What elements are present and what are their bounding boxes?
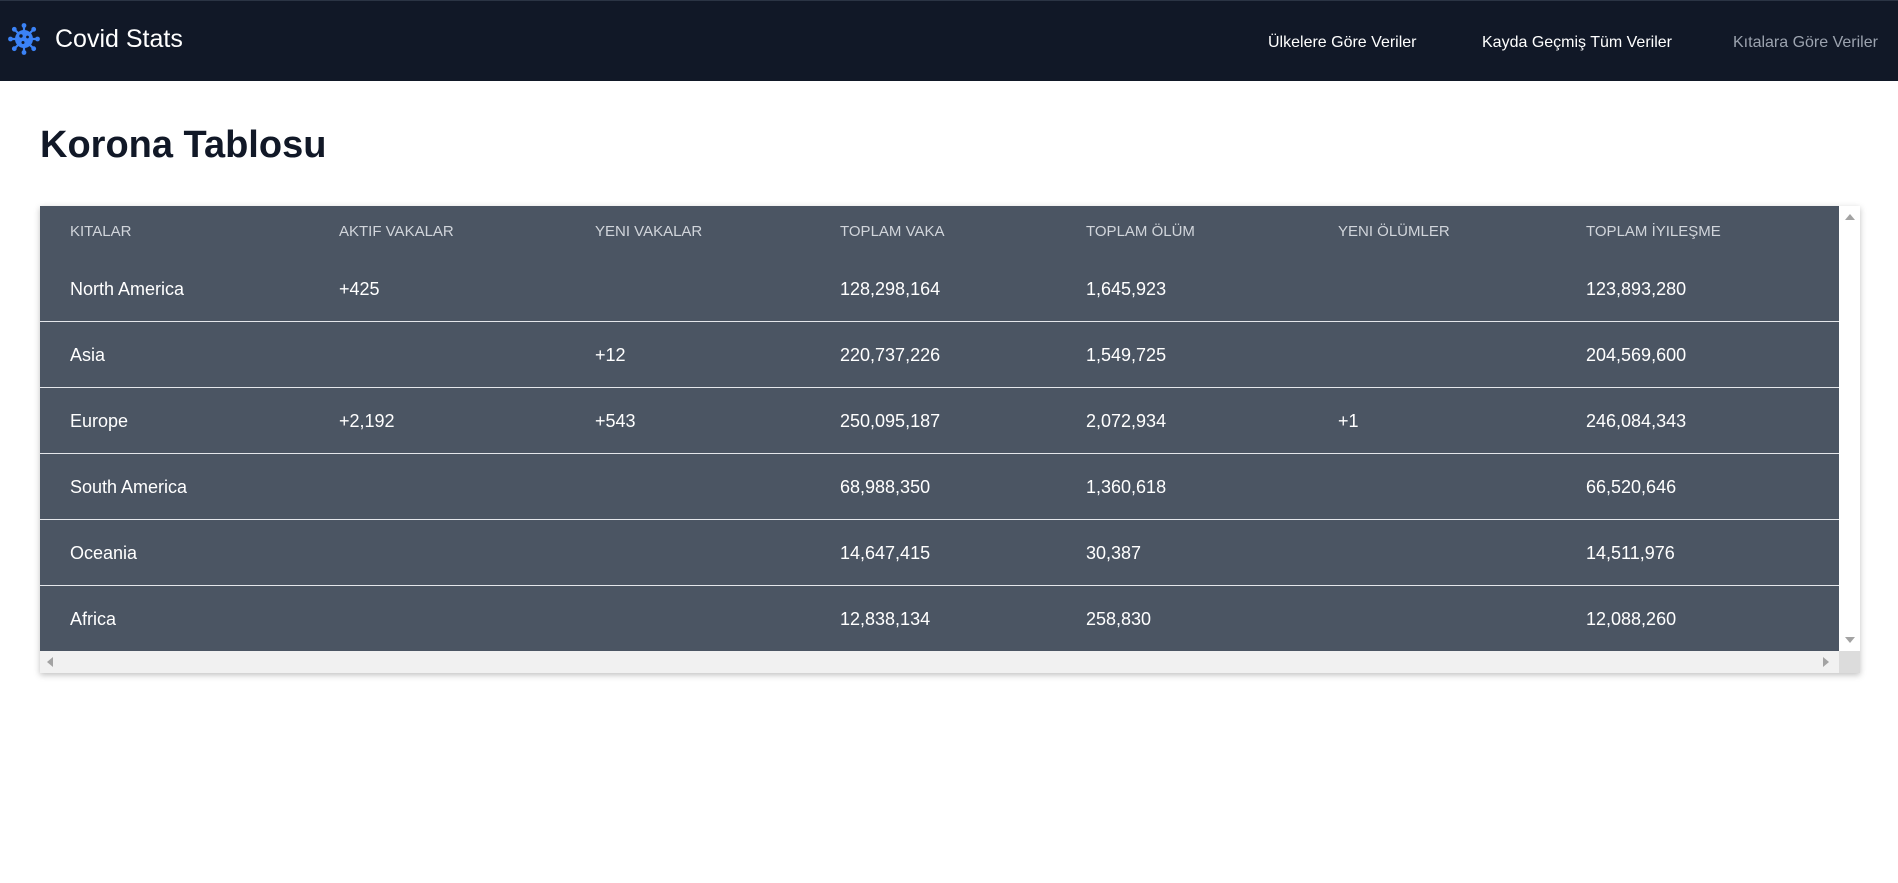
scroll-down-icon[interactable] (1845, 637, 1855, 643)
cell-total-deaths: 1,645,923 (1086, 279, 1167, 299)
table-row: Oceania 14,647,415 30,387 14,511,976 (40, 520, 1839, 586)
column-header-total-recovered: TOPLAM İYILEŞME (1586, 223, 1721, 240)
column-header-total-deaths: TOPLAM ÖLÜM (1086, 223, 1195, 240)
page-title: Korona Tablosu (40, 124, 327, 166)
brand-title: Covid Stats (55, 25, 183, 53)
table-row: North America +425 128,298,164 1,645,923… (40, 256, 1839, 322)
top-navbar: Covid Stats Ülkelere Göre Veriler Kayda … (0, 0, 1898, 81)
cell-new-cases: +12 (595, 345, 626, 365)
cell-total-cases: 14,647,415 (840, 543, 931, 563)
column-header-active-cases: AKTIF VAKALAR (339, 223, 454, 240)
cell-active-cases: +2,192 (339, 411, 395, 431)
cell-total-deaths: 258,830 (1086, 609, 1152, 629)
cell-total-recovered: 246,084,343 (1586, 411, 1687, 431)
table-row: Asia +12 220,737,226 1,549,725 204,569,6… (40, 322, 1839, 388)
column-header-total-cases: TOPLAM VAKA (840, 223, 945, 240)
cell-continent: Asia (70, 345, 106, 365)
cell-continent: North America (70, 279, 185, 299)
cell-total-cases: 12,838,134 (840, 609, 931, 629)
brand-link[interactable]: Covid Stats (8, 23, 183, 55)
horizontal-scrollbar[interactable] (40, 651, 1839, 673)
table-row: Europe +2,192 +543 250,095,187 2,072,934… (40, 388, 1839, 454)
table-row: South America 68,988,350 1,360,618 66,52… (40, 454, 1839, 520)
nav-link-countries[interactable]: Ülkelere Göre Veriler (1268, 33, 1417, 53)
cell-total-cases: 128,298,164 (840, 279, 941, 299)
scrollbar-corner (1839, 651, 1860, 673)
scroll-up-icon[interactable] (1845, 214, 1855, 220)
scroll-right-icon[interactable] (1823, 657, 1829, 667)
scroll-left-icon[interactable] (47, 657, 53, 667)
cell-total-deaths: 2,072,934 (1086, 411, 1167, 431)
cell-new-cases: +543 (595, 411, 636, 431)
cell-total-cases: 250,095,187 (840, 411, 941, 431)
cell-continent: Europe (70, 411, 129, 431)
continents-table: KITALAR AKTIF VAKALAR YENI VAKALAR TOPLA… (40, 206, 1860, 673)
table-row: Africa 12,838,134 258,830 12,088,260 (40, 586, 1839, 651)
cell-total-recovered: 12,088,260 (1586, 609, 1677, 629)
column-header-continents: KITALAR (70, 223, 132, 240)
virus-icon (8, 23, 40, 55)
cell-total-cases: 68,988,350 (840, 477, 931, 497)
cell-total-deaths: 30,387 (1086, 543, 1142, 563)
cell-total-recovered: 14,511,976 (1586, 543, 1675, 563)
cell-total-recovered: 66,520,646 (1586, 477, 1677, 497)
cell-total-recovered: 204,569,600 (1586, 345, 1687, 365)
table-scroll-area[interactable]: KITALAR AKTIF VAKALAR YENI VAKALAR TOPLA… (40, 206, 1839, 651)
cell-total-deaths: 1,549,725 (1086, 345, 1167, 365)
vertical-scrollbar[interactable] (1839, 206, 1860, 651)
column-header-new-cases: YENI VAKALAR (595, 223, 703, 240)
cell-active-cases: +425 (339, 279, 380, 299)
nav-link-continents[interactable]: Kıtalara Göre Veriler (1733, 33, 1878, 53)
cell-total-recovered: 123,893,280 (1586, 279, 1687, 299)
cell-continent: South America (70, 477, 188, 497)
cell-continent: Oceania (70, 543, 138, 563)
column-header-new-deaths: YENI ÖLÜMLER (1338, 223, 1450, 240)
cell-continent: Africa (70, 609, 117, 629)
cell-new-deaths: +1 (1338, 411, 1359, 431)
cell-total-cases: 220,737,226 (840, 345, 941, 365)
nav-link-all-records[interactable]: Kayda Geçmiş Tüm Veriler (1482, 33, 1672, 53)
cell-total-deaths: 1,360,618 (1086, 477, 1167, 497)
